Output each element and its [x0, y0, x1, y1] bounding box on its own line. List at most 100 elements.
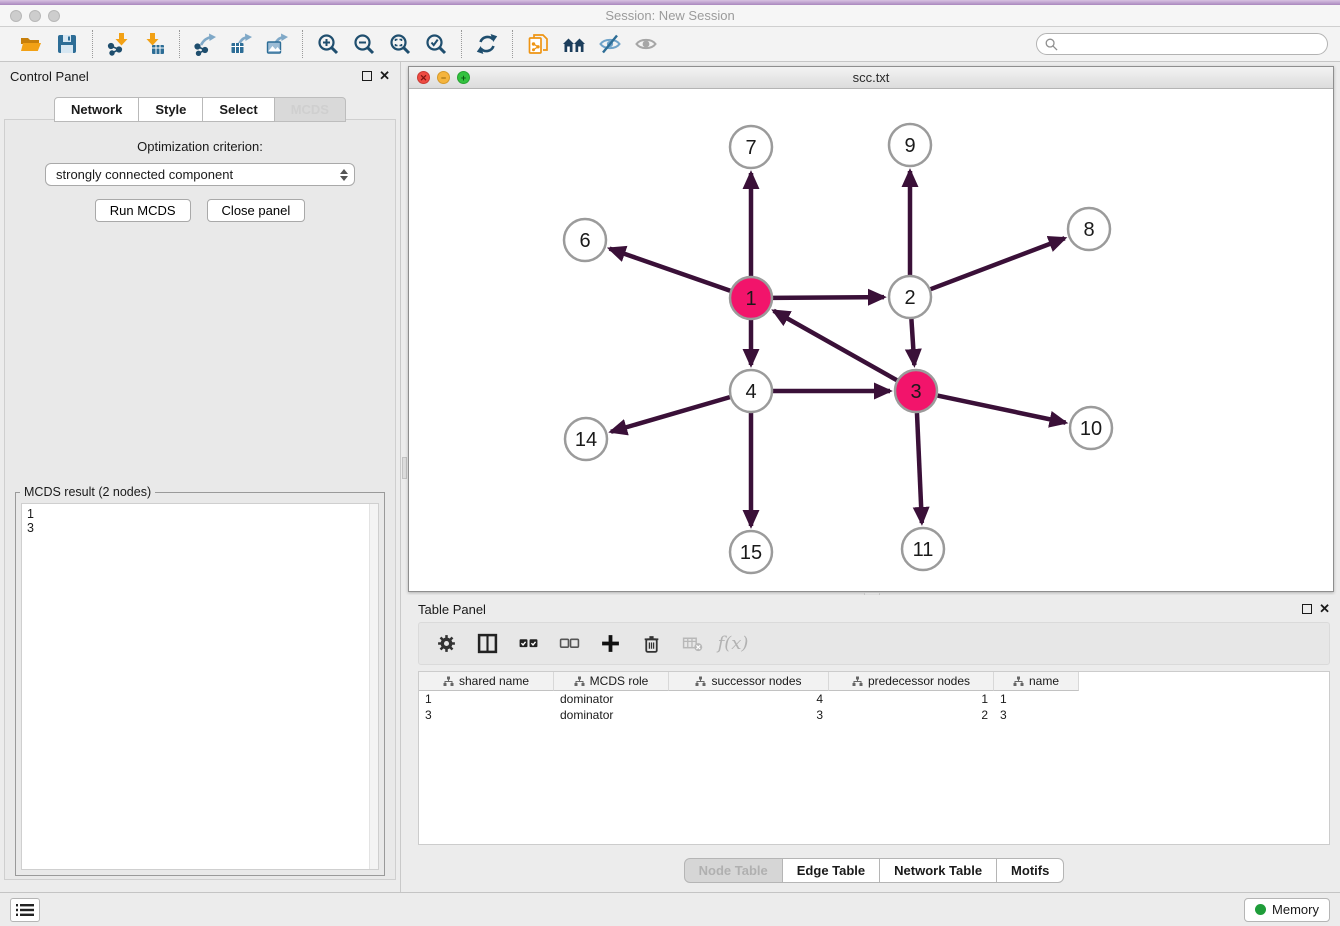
tab-network-table[interactable]: Network Table — [880, 858, 997, 883]
node-6[interactable]: 6 — [564, 219, 606, 261]
close-panel-icon[interactable]: ✕ — [379, 71, 390, 81]
export-network-icon[interactable] — [190, 30, 220, 58]
create-new-column-icon[interactable] — [597, 632, 623, 656]
edge-4-14[interactable] — [611, 397, 730, 432]
show-columns-icon[interactable] — [474, 632, 500, 656]
zoom-selected-icon[interactable] — [421, 30, 451, 58]
cell-predecessor-nodes[interactable]: 2 — [829, 707, 994, 723]
column-header-predecessor-nodes[interactable]: predecessor nodes — [829, 672, 994, 691]
result-line: 1 — [27, 507, 373, 521]
node-15[interactable]: 15 — [730, 531, 772, 573]
close-table-panel-icon[interactable]: ✕ — [1319, 604, 1330, 614]
zoom-window-button[interactable] — [48, 10, 60, 22]
cell-name[interactable]: 1 — [994, 691, 1079, 707]
cell-shared-name[interactable]: 3 — [419, 707, 554, 723]
edge-1-6[interactable] — [610, 249, 731, 291]
cell-shared-name[interactable]: 1 — [419, 691, 554, 707]
table-options-icon[interactable] — [433, 632, 459, 656]
tab-edge-table[interactable]: Edge Table — [783, 858, 880, 883]
float-panel-icon[interactable] — [362, 71, 372, 81]
close-window-button[interactable] — [10, 10, 22, 22]
table-row[interactable]: 1dominator411 — [419, 691, 1329, 707]
minimize-window-button[interactable] — [29, 10, 41, 22]
run-mcds-button[interactable]: Run MCDS — [95, 199, 191, 222]
refresh-view-icon[interactable] — [472, 30, 502, 58]
edge-2-3[interactable] — [911, 319, 914, 365]
float-table-panel-icon[interactable] — [1302, 604, 1312, 614]
splitter-grip[interactable] — [402, 457, 407, 479]
network-close-button[interactable]: ✕ — [417, 71, 430, 84]
network-canvas[interactable]: 7 9 6 8 1 2 4 3 14 10 15 11 — [409, 89, 1333, 591]
tab-motifs[interactable]: Motifs — [997, 858, 1064, 883]
hide-selected-icon[interactable] — [595, 30, 625, 58]
node-7[interactable]: 7 — [730, 126, 772, 168]
task-history-button[interactable] — [10, 898, 40, 922]
mcds-result-list[interactable]: 13 — [21, 503, 379, 870]
table-panel-title: Table Panel — [418, 602, 486, 617]
cell-MCDS-role[interactable]: dominator — [554, 707, 669, 723]
column-header-shared-name[interactable]: shared name — [419, 672, 554, 691]
column-header-successor-nodes[interactable]: successor nodes — [669, 672, 829, 691]
tab-mcds[interactable]: MCDS — [275, 97, 346, 122]
zoom-fit-icon[interactable] — [385, 30, 415, 58]
toolbar-separator — [302, 30, 303, 58]
export-image-icon[interactable] — [262, 30, 292, 58]
result-scrollbar[interactable] — [369, 504, 378, 869]
edge-2-8[interactable] — [931, 238, 1065, 289]
first-neighbors-icon[interactable] — [559, 30, 589, 58]
edge-1-2[interactable] — [773, 297, 884, 298]
node-2[interactable]: 2 — [889, 276, 931, 318]
tab-style[interactable]: Style — [139, 97, 203, 122]
unselect-all-columns-icon[interactable] — [556, 632, 582, 656]
select-all-columns-icon[interactable] — [515, 632, 541, 656]
tab-node-table[interactable]: Node Table — [684, 858, 783, 883]
node-3[interactable]: 3 — [895, 370, 937, 412]
cell-name[interactable]: 3 — [994, 707, 1079, 723]
open-session-icon[interactable] — [16, 30, 46, 58]
tab-select[interactable]: Select — [203, 97, 274, 122]
dropdown-stepper-icon — [340, 169, 348, 181]
export-table-icon[interactable] — [226, 30, 256, 58]
zoom-out-icon[interactable] — [349, 30, 379, 58]
node-11[interactable]: 11 — [902, 528, 944, 570]
edge-3-11[interactable] — [917, 413, 922, 523]
node-14[interactable]: 14 — [565, 418, 607, 460]
mcds-result-title: MCDS result (2 nodes) — [20, 485, 155, 499]
node-4[interactable]: 4 — [730, 370, 772, 412]
svg-text:4: 4 — [745, 381, 756, 403]
panel-splitter[interactable] — [400, 62, 408, 892]
node-table: shared nameMCDS rolesuccessor nodesprede… — [418, 671, 1330, 845]
network-minimize-button[interactable]: − — [437, 71, 450, 84]
edge-3-1[interactable] — [774, 311, 897, 380]
import-table-icon[interactable] — [139, 30, 169, 58]
node-1[interactable]: 1 — [730, 277, 772, 319]
column-header-name[interactable]: name — [994, 672, 1079, 691]
close-panel-button[interactable]: Close panel — [207, 199, 306, 222]
cell-MCDS-role[interactable]: dominator — [554, 691, 669, 707]
node-10[interactable]: 10 — [1070, 407, 1112, 449]
optimization-criterion-label: Optimization criterion: — [5, 139, 395, 154]
cell-predecessor-nodes[interactable]: 1 — [829, 691, 994, 707]
memory-button[interactable]: Memory — [1244, 898, 1330, 922]
node-8[interactable]: 8 — [1068, 208, 1110, 250]
node-9[interactable]: 9 — [889, 124, 931, 166]
column-header-filler — [1079, 672, 1329, 691]
table-row[interactable]: 3dominator323 — [419, 707, 1329, 723]
delete-columns-icon[interactable] — [638, 632, 664, 656]
save-session-icon[interactable] — [52, 30, 82, 58]
criterion-dropdown[interactable]: strongly connected component — [45, 163, 355, 186]
import-network-icon[interactable] — [103, 30, 133, 58]
search-input[interactable] — [1063, 37, 1319, 51]
show-all-icon[interactable] — [631, 30, 661, 58]
control-panel-tabs: NetworkStyleSelectMCDS — [0, 97, 400, 122]
cell-successor-nodes[interactable]: 3 — [669, 707, 829, 723]
column-header-MCDS-role[interactable]: MCDS role — [554, 672, 669, 691]
edge-3-10[interactable] — [938, 396, 1066, 423]
zoom-in-icon[interactable] — [313, 30, 343, 58]
clone-network-icon[interactable] — [523, 30, 553, 58]
svg-text:11: 11 — [913, 539, 934, 561]
network-maximize-button[interactable]: + — [457, 71, 470, 84]
tab-network[interactable]: Network — [54, 97, 139, 122]
svg-text:14: 14 — [575, 429, 597, 451]
cell-successor-nodes[interactable]: 4 — [669, 691, 829, 707]
